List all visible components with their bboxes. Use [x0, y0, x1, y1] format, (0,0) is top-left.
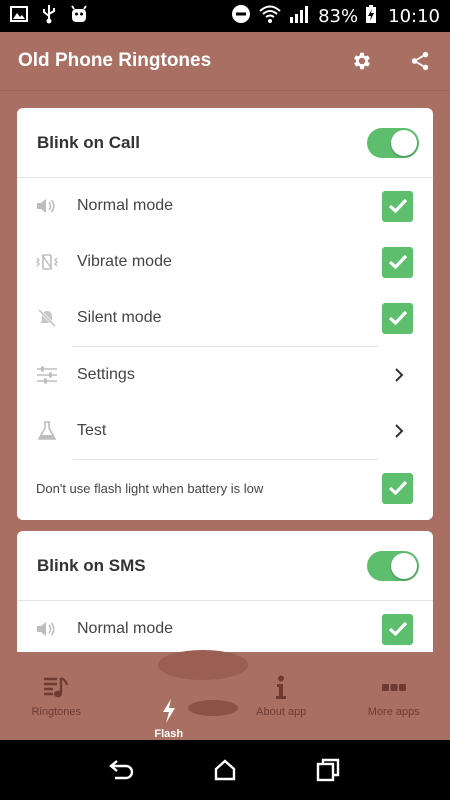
blink-on-call-card: Blink on Call Normal mode Vibrate mode S…: [17, 108, 433, 520]
row-label: Normal mode: [77, 620, 174, 637]
low-battery-checkbox[interactable]: [382, 472, 413, 504]
normal-mode-checkbox[interactable]: [382, 190, 413, 222]
chevron-right-icon: [391, 423, 407, 439]
recent-apps-icon[interactable]: [314, 756, 342, 784]
clock: 10:10: [388, 5, 440, 27]
row-label: Vibrate mode: [77, 253, 172, 270]
silent-mode-checkbox[interactable]: [382, 302, 413, 334]
card-header: Blink on SMS: [17, 531, 433, 601]
card-header: Blink on Call: [17, 108, 433, 178]
flash-icon: [155, 698, 183, 724]
signal-icon: [289, 5, 311, 28]
card-title: Blink on SMS: [37, 555, 146, 575]
system-navigation-bar: [0, 740, 450, 800]
status-bar: 83% 10:10: [0, 0, 450, 32]
speaker-icon: [36, 195, 58, 217]
battery-percent: 83%: [318, 5, 359, 27]
nav-label: Ringtones: [31, 706, 82, 718]
row-label: Silent mode: [77, 309, 162, 326]
nav-item-ringtones[interactable]: Ringtones: [0, 652, 113, 740]
blink-on-sms-toggle[interactable]: [367, 550, 419, 581]
card-title: Blink on Call: [37, 132, 140, 152]
usb-icon: [42, 4, 56, 29]
test-row[interactable]: Test: [17, 403, 433, 459]
sms-normal-mode-checkbox[interactable]: [382, 613, 413, 645]
nav-label: Flash: [154, 728, 184, 740]
nav-label: More apps: [367, 706, 420, 718]
settings-row[interactable]: Settings: [17, 347, 433, 403]
blink-on-call-toggle[interactable]: [367, 127, 419, 158]
settings-scroll-area[interactable]: Blink on Call Normal mode Vibrate mode S…: [0, 92, 450, 652]
android-icon: [70, 5, 88, 28]
silent-mode-row[interactable]: Silent mode: [17, 290, 433, 346]
low-battery-row[interactable]: Don't use flash light when battery is lo…: [17, 460, 433, 516]
sliders-icon: [36, 364, 58, 386]
speaker-icon: [36, 618, 58, 640]
vibrate-icon: [36, 251, 58, 273]
battery-charging-icon: [365, 4, 377, 29]
row-label: Normal mode: [77, 197, 174, 214]
share-icon[interactable]: [408, 49, 432, 73]
gear-icon[interactable]: [350, 49, 374, 73]
wifi-icon: [258, 4, 282, 29]
app-bar: Old Phone Ringtones: [0, 32, 450, 91]
normal-mode-row[interactable]: Normal mode: [17, 178, 433, 234]
row-label: Don't use flash light when battery is lo…: [36, 480, 264, 496]
silent-icon: [36, 307, 58, 329]
nav-label: About app: [256, 706, 307, 718]
info-icon: [267, 674, 295, 702]
row-label: Test: [77, 422, 107, 439]
flask-icon: [36, 420, 58, 442]
bottom-navigation: Ringtones Flash About app More apps: [0, 650, 450, 740]
row-label: Settings: [77, 366, 135, 383]
blink-on-sms-card: Blink on SMS Normal mode: [17, 531, 433, 652]
nav-item-about-app[interactable]: About app: [225, 652, 338, 740]
image-notification-icon: [10, 5, 28, 27]
sms-normal-mode-row[interactable]: Normal mode: [17, 601, 433, 652]
vibrate-mode-checkbox[interactable]: [382, 246, 413, 278]
nav-item-more-apps[interactable]: More apps: [338, 652, 450, 740]
home-icon[interactable]: [211, 756, 239, 784]
ringtones-icon: [42, 674, 70, 702]
vibrate-mode-row[interactable]: Vibrate mode: [17, 234, 433, 290]
chevron-right-icon: [391, 367, 407, 383]
app-title: Old Phone Ringtones: [18, 50, 212, 71]
more-dots-icon: [380, 674, 408, 702]
do-not-disturb-icon: [231, 4, 251, 29]
back-icon[interactable]: [108, 756, 136, 784]
nav-item-flash[interactable]: Flash: [113, 650, 248, 740]
